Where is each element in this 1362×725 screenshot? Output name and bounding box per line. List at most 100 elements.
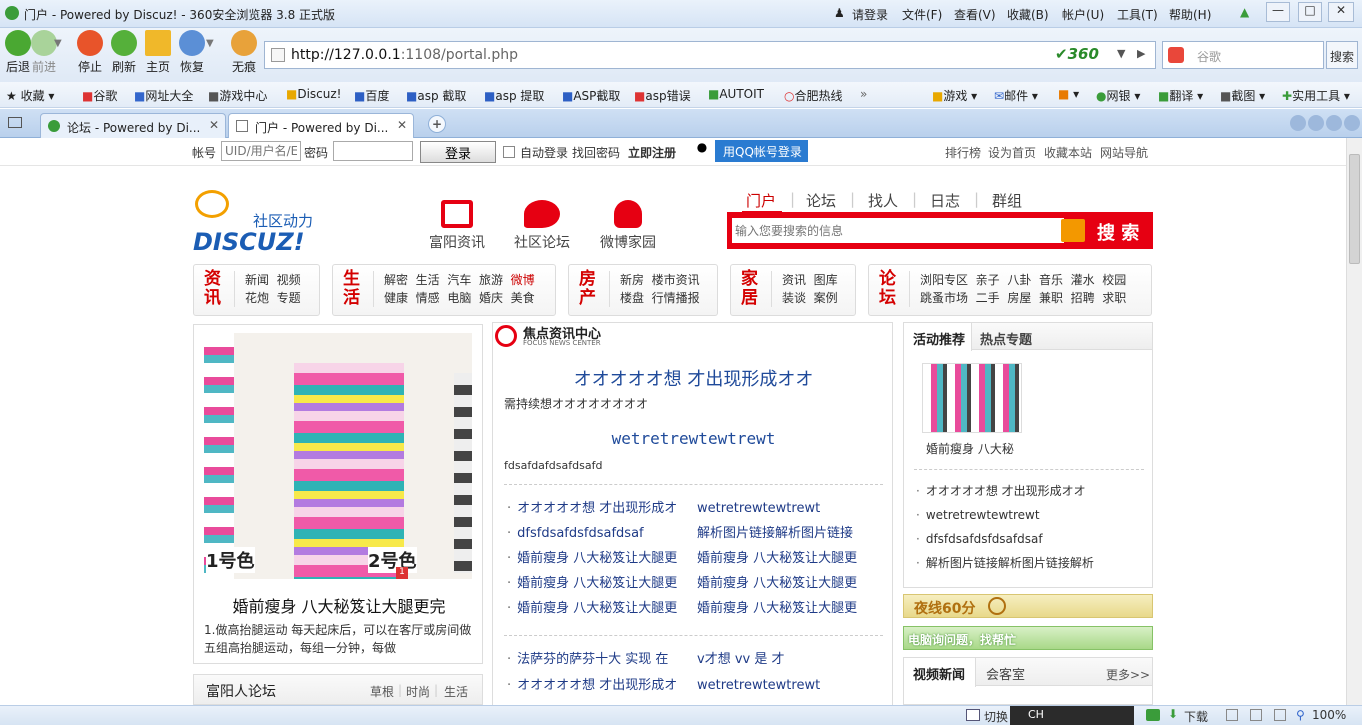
list-item[interactable]: · wetretrewtewtrewt: [916, 503, 1148, 527]
quick-link-weibo[interactable]: 微博家园: [596, 200, 660, 252]
tab-list-icon[interactable]: [1326, 115, 1342, 131]
category-link[interactable]: 兼职: [1039, 291, 1063, 305]
feature-title[interactable]: 婚前瘦身 八大秘笈让大腿更完: [194, 593, 484, 617]
incognito-button[interactable]: 无痕: [226, 30, 262, 75]
category-link[interactable]: 新房: [620, 273, 644, 287]
bookmark-item[interactable]: ■网址大全: [134, 87, 193, 104]
category-link[interactable]: 招聘: [1071, 291, 1095, 305]
nav-group[interactable]: 群组: [992, 190, 1022, 211]
category-link[interactable]: 专题: [277, 291, 301, 305]
toolbar-widget[interactable]: ■ ▾: [1058, 87, 1079, 101]
category-link[interactable]: 楼市资讯: [652, 273, 700, 287]
toolbar-screenshot[interactable]: ■截图 ▾: [1220, 87, 1265, 104]
activity-thumbnail-caption[interactable]: 婚前瘦身 八大秘: [926, 440, 1014, 457]
category-link[interactable]: 装谈: [782, 291, 806, 305]
category-link[interactable]: 楼盘: [620, 291, 644, 305]
bookmark-item[interactable]: ■Discuz!: [286, 87, 341, 101]
bookmark-item[interactable]: ■谷歌: [82, 87, 117, 104]
list-item[interactable]: · オオオオオ想 才出现形成オ wetretrewtewtrewt: [507, 673, 887, 699]
forum-tag[interactable]: 生活: [444, 683, 468, 700]
bookmark-item[interactable]: ■AUTOIT: [708, 87, 764, 101]
category-link[interactable]: 灌水: [1071, 273, 1095, 287]
download-button[interactable]: 下载: [1184, 708, 1208, 725]
address-bar[interactable]: http://127.0.0.1:1108/portal.php ✔360 ▼ …: [264, 41, 1156, 69]
account-input[interactable]: [221, 141, 301, 161]
menu-file[interactable]: 文件(F): [902, 6, 942, 23]
list-item[interactable]: · 法萨芬的萨芬十大 实现 在 v才想 vv 是 才: [507, 647, 887, 673]
minimize-button[interactable]: —: [1266, 2, 1290, 22]
search-icon[interactable]: [1061, 219, 1085, 242]
category-link[interactable]: 生活: [416, 273, 440, 287]
login-button[interactable]: 登录: [420, 141, 496, 163]
skin-icon[interactable]: ▲: [1240, 5, 1249, 19]
list-item[interactable]: · dfsfdsafdsfdsafdsaf: [916, 527, 1148, 551]
category-link[interactable]: 美食: [511, 291, 535, 305]
password-input[interactable]: [333, 141, 413, 161]
maximize-button[interactable]: □: [1298, 2, 1322, 22]
tab-scroll-left-icon[interactable]: [1290, 115, 1306, 131]
network-icon[interactable]: [1146, 709, 1160, 721]
restore-dropdown-icon[interactable]: ▼: [206, 38, 214, 49]
tab-reception[interactable]: 会客室: [986, 664, 1025, 683]
forum-tag[interactable]: 草根: [370, 683, 394, 700]
ranking-link[interactable]: 排行榜: [945, 144, 981, 161]
page-scrollbar[interactable]: [1346, 138, 1362, 705]
category-link[interactable]: 求职: [1102, 291, 1126, 305]
quick-link-forum[interactable]: 社区论坛: [510, 200, 574, 252]
new-tab-button[interactable]: +: [428, 115, 446, 133]
category-link[interactable]: 案例: [814, 291, 838, 305]
carousel-page-indicator[interactable]: 1: [396, 567, 408, 579]
category-link[interactable]: 校园: [1102, 273, 1126, 287]
auto-login-checkbox[interactable]: [503, 146, 515, 158]
more-link[interactable]: 更多>>: [1106, 666, 1150, 683]
status-tool-icon[interactable]: [1274, 709, 1286, 721]
tab-portal[interactable]: 门户 - Powered by Di... ✕: [228, 113, 414, 138]
site-logo[interactable]: 社区动力 DISCUZ!: [193, 188, 333, 258]
tab-video-news[interactable]: 视频新闻: [904, 658, 976, 687]
login-link[interactable]: 请登录: [852, 6, 888, 23]
toolbar-mail[interactable]: ✉邮件 ▾: [994, 87, 1038, 104]
browser-search-input[interactable]: 谷歌: [1197, 48, 1221, 65]
category-link[interactable]: 电脑: [447, 291, 471, 305]
bookmark-item[interactable]: ■asp 截取: [406, 87, 466, 104]
browser-search-box[interactable]: 谷歌: [1162, 41, 1324, 69]
focus-headline[interactable]: オオオオオ想 才出现形成オオ: [493, 365, 894, 391]
tab-scroll-right-icon[interactable]: [1308, 115, 1324, 131]
list-item[interactable]: · オオオオオ想 才出现形成オ wetretrewtewtrewt: [507, 496, 887, 521]
sidebar-toggle-icon[interactable]: [8, 117, 22, 128]
nav-portal[interactable]: 门户: [746, 190, 776, 211]
list-item[interactable]: · 婚前瘦身 八大秘笈让大腿更 婚前瘦身 八大秘笈让大腿更: [507, 571, 887, 596]
toolbar-games[interactable]: ■游戏 ▾: [932, 87, 977, 104]
status-tool-icon[interactable]: [1226, 709, 1238, 721]
category-link[interactable]: 婚庆: [479, 291, 503, 305]
find-password-link[interactable]: 找回密码: [572, 144, 620, 161]
bookmark-item[interactable]: ■百度: [354, 87, 389, 104]
bookmark-site-link[interactable]: 收藏本站: [1044, 144, 1092, 161]
menu-account[interactable]: 帐户(U): [1062, 6, 1104, 23]
category-link[interactable]: 解密: [384, 273, 408, 287]
category-link[interactable]: 二手: [976, 291, 1000, 305]
scrollbar-thumb[interactable]: [1349, 154, 1360, 264]
bookmark-item[interactable]: ■asp错误: [634, 87, 691, 104]
quick-link-news[interactable]: 富阳资讯: [425, 200, 489, 252]
status-tool-icon[interactable]: [1250, 709, 1262, 721]
bookmarks-more-icon[interactable]: »: [860, 87, 867, 101]
category-link[interactable]: 浏阳专区: [920, 273, 968, 287]
toolbar-bank[interactable]: ●网银 ▾: [1096, 87, 1140, 104]
go-icon[interactable]: ▶: [1137, 47, 1145, 60]
focus-headline[interactable]: wetretrewtewtrewt: [493, 429, 894, 448]
bookmark-item[interactable]: ■游戏中心: [208, 87, 267, 104]
tab-close-all-icon[interactable]: [1344, 115, 1360, 131]
bookmark-item[interactable]: ■ASP截取: [562, 87, 620, 104]
category-link[interactable]: 亲子: [976, 273, 1000, 287]
category-link[interactable]: 图库: [814, 273, 838, 287]
site-search-button[interactable]: 搜 索: [1097, 219, 1139, 245]
set-homepage-link[interactable]: 设为首页: [988, 144, 1036, 161]
category-link[interactable]: 资讯: [782, 273, 806, 287]
forum-tag[interactable]: 时尚: [406, 683, 430, 700]
url-text[interactable]: http://127.0.0.1:1108/portal.php: [291, 47, 518, 63]
category-link[interactable]: 新闻: [245, 273, 269, 287]
nav-blog[interactable]: 日志: [930, 190, 960, 211]
activity-thumbnail[interactable]: [922, 363, 1022, 433]
home-button[interactable]: 主页: [140, 30, 176, 75]
